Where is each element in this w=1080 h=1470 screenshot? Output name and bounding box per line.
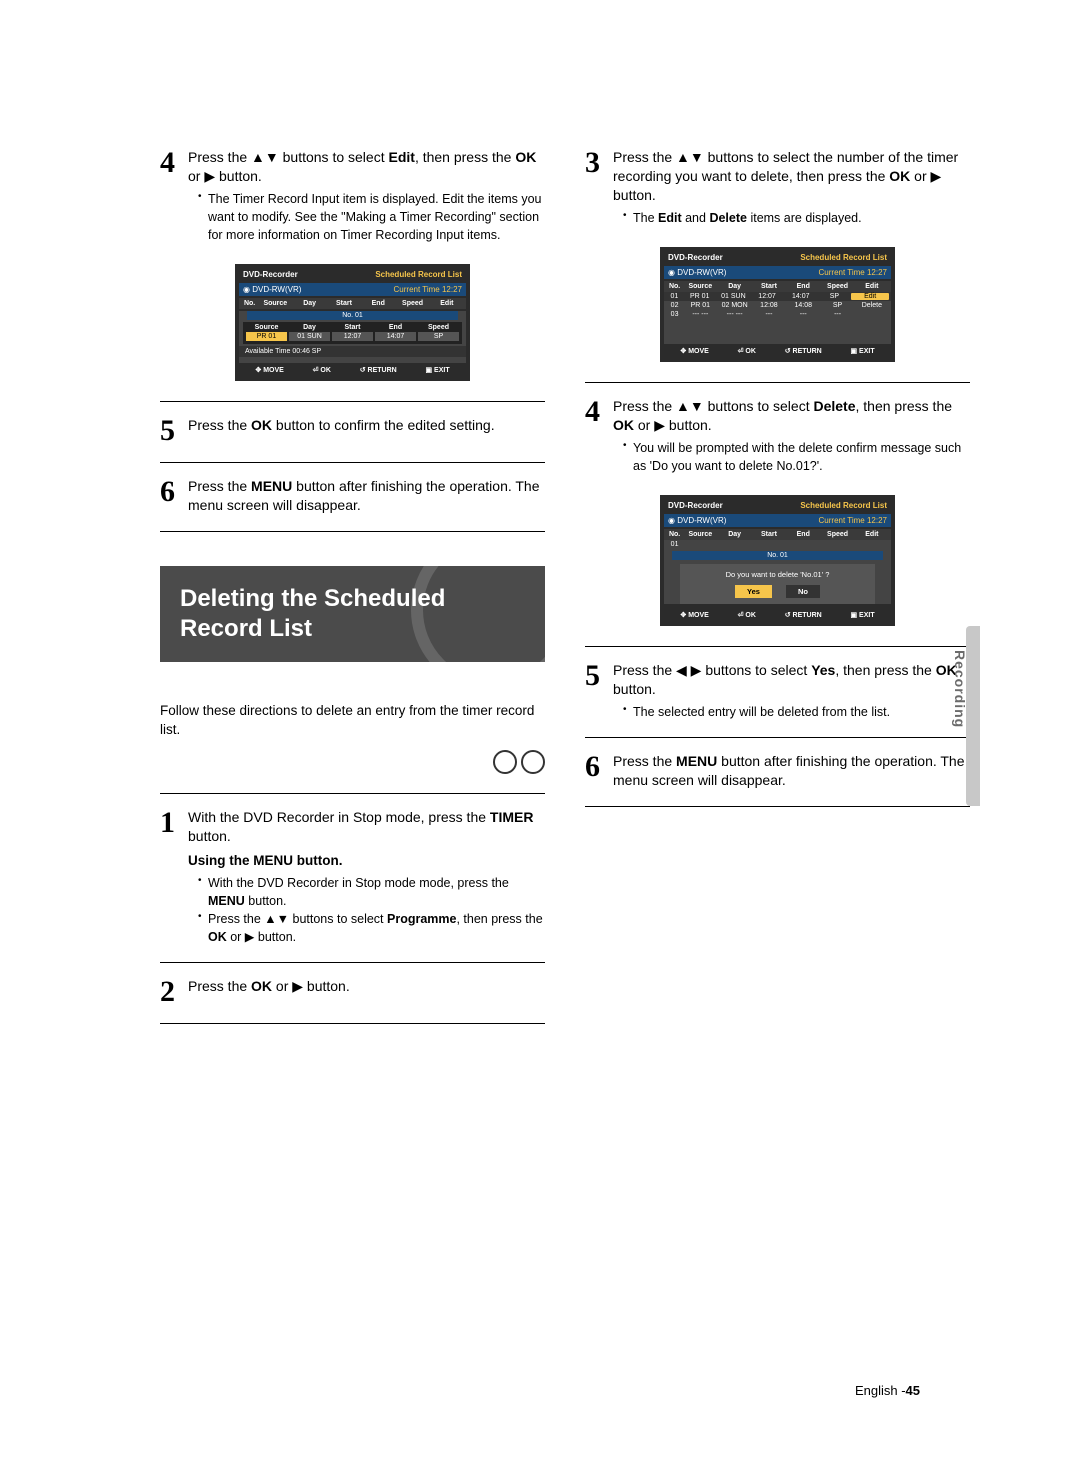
step-bullet: You will be prompted with the delete con… [623,439,970,475]
step-number: 3 [585,148,613,227]
step-5r: 5 Press the ◀ ▶ buttons to select Yes, t… [585,653,970,731]
step-text: Press the MENU button after finishing th… [188,477,545,515]
step-bullet: The Timer Record Input item is displayed… [198,190,545,244]
step-text: Press the OK or ▶ button. [188,977,545,996]
section-intro: Follow these directions to delete an ent… [160,702,545,740]
step-bullet: The selected entry will be deleted from … [623,703,970,721]
step-number: 5 [585,661,613,721]
step-2: 2 Press the OK or ▶ button. [160,969,545,1017]
step-6r: 6 Press the MENU button after finishing … [585,744,970,800]
step-text: Press the ▲▼ buttons to select the numbe… [613,148,970,205]
step-number: 1 [160,808,188,947]
side-tab-recording: Recording [952,650,968,728]
step-text: Press the ▲▼ buttons to select Edit, the… [188,148,545,186]
step-1: 1 With the DVD Recorder in Stop mode, pr… [160,800,545,957]
step-bullet: Press the ▲▼ buttons to select Programme… [198,910,545,946]
disc-r-icon [521,750,545,774]
step-number: 4 [160,148,188,244]
step-number: 2 [160,977,188,1007]
step-5: 5 Press the OK button to confirm the edi… [160,408,545,456]
right-column: 3 Press the ▲▼ buttons to select the num… [585,140,970,1030]
step-bullet: The Edit and Delete items are displayed. [623,209,970,227]
osd-list-screen: DVD-RecorderScheduled Record List ◉ DVD-… [660,247,895,362]
page-footer: English -45 [855,1383,920,1398]
sub-heading: Using the MENU button. [188,852,545,870]
step-text: Press the MENU button after finishing th… [613,752,970,790]
step-number: 6 [160,477,188,515]
step-number: 5 [160,416,188,446]
step-4r: 4 Press the ▲▼ buttons to select Delete,… [585,389,970,485]
step-text: Press the ◀ ▶ buttons to select Yes, the… [613,661,970,699]
left-column: 4 Press the ▲▼ buttons to select Edit, t… [160,140,545,1030]
step-3: 3 Press the ▲▼ buttons to select the num… [585,140,970,237]
osd-edit-screen: DVD-Recorder Scheduled Record List ◉ DVD… [235,264,470,381]
step-text: Press the OK button to confirm the edite… [188,416,545,435]
disc-icons [160,750,545,777]
step-number: 6 [585,752,613,790]
dialog-yes: Yes [735,585,772,598]
step-4: 4 Press the ▲▼ buttons to select Edit, t… [160,140,545,254]
step-6: 6 Press the MENU button after finishing … [160,469,545,525]
step-text: Press the ▲▼ buttons to select Delete, t… [613,397,970,435]
dialog-no: No [786,585,820,598]
step-number: 4 [585,397,613,475]
disc-rw-icon [493,750,517,774]
section-heading: Deleting the Scheduled Record List [160,566,545,662]
step-text: With the DVD Recorder in Stop mode, pres… [188,808,545,846]
step-bullet: With the DVD Recorder in Stop mode mode,… [198,874,545,910]
osd-delete-confirm: DVD-RecorderScheduled Record List ◉ DVD-… [660,495,895,626]
